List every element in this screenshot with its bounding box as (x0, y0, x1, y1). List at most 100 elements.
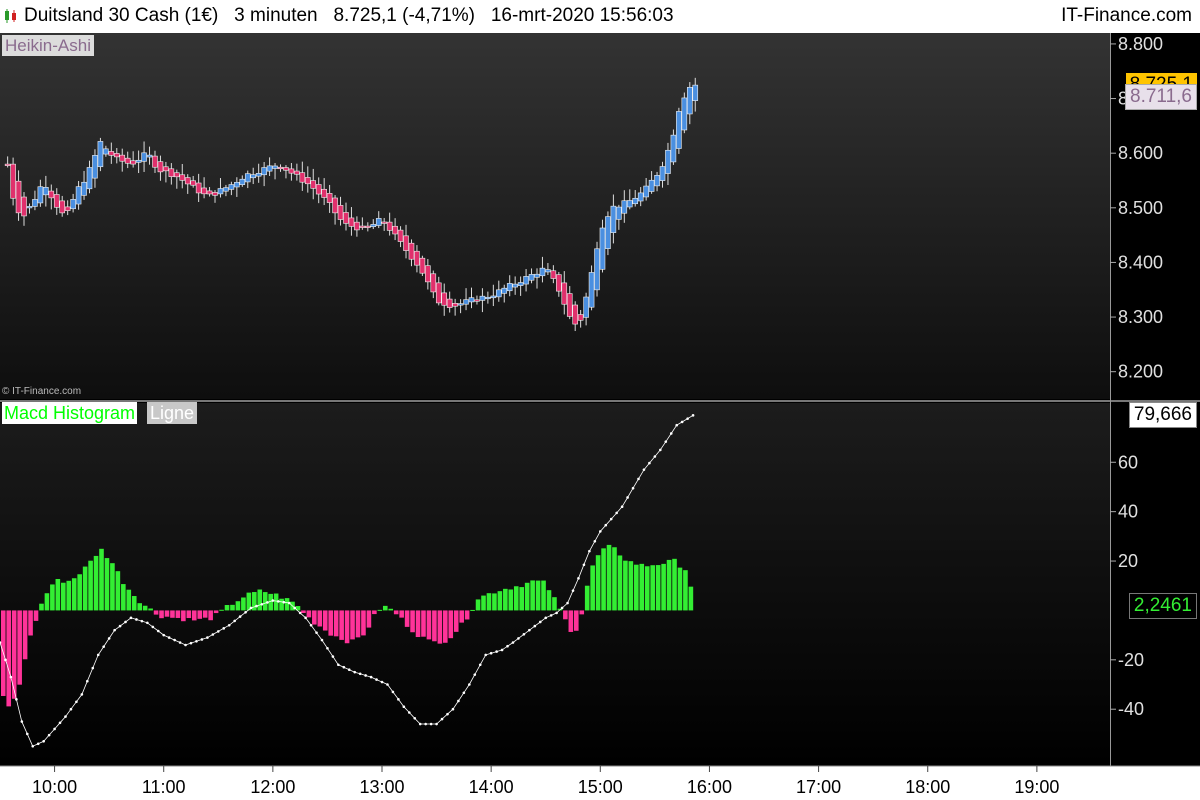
histogram-bar-positive (666, 559, 672, 611)
candle-up (490, 295, 497, 299)
histogram-bar-positive (61, 582, 66, 611)
histogram-bar-positive (688, 586, 694, 611)
x-tick-label: 15:00 (578, 777, 623, 797)
price-y-tick-label: 8.200 (1118, 362, 1163, 382)
histogram-bar-negative (328, 610, 334, 636)
instrument-name: Duitsland 30 Cash (1€) (24, 5, 219, 26)
candle-up (506, 283, 513, 292)
candle-down (190, 180, 196, 186)
histogram-bar-negative (322, 610, 328, 631)
histogram-bar-negative (213, 610, 219, 614)
histogram-bar-positive (590, 565, 595, 611)
histogram-bar-negative (22, 610, 28, 660)
histogram-bar-positive (519, 587, 525, 611)
candle-down (332, 197, 338, 214)
price-indicator-label[interactable]: Heikin-Ashi (2, 35, 94, 56)
histogram-bar-positive (71, 578, 77, 611)
histogram-bar-negative (366, 610, 372, 628)
candle-up (670, 134, 677, 163)
histogram-bar-positive (508, 589, 514, 611)
histogram-bar-positive (284, 598, 290, 611)
histogram-bar-positive (121, 584, 126, 611)
histogram-bar-positive (93, 555, 99, 611)
histogram-bar-negative (208, 610, 213, 621)
macd-y-tick-label: -40 (1118, 699, 1144, 719)
histogram-bar-positive (623, 560, 628, 611)
histogram-bar-positive (115, 571, 121, 611)
histogram-bar-negative (33, 610, 39, 621)
histogram-bar-positive (235, 601, 241, 611)
candle-up (485, 296, 491, 300)
candle-down (430, 273, 437, 293)
histogram-bar-positive (546, 590, 552, 611)
histogram-bar-positive (470, 609, 475, 611)
candle-down (315, 184, 322, 195)
macd-y-tick-label: 60 (1118, 452, 1138, 472)
candle-down (348, 217, 355, 227)
histogram-bar-negative (333, 610, 339, 637)
candle-up (261, 167, 267, 176)
candle-down (397, 229, 404, 242)
histogram-bar-positive (672, 558, 677, 611)
x-tick-label: 12:00 (250, 777, 295, 797)
candle-up (616, 206, 622, 220)
histogram-bar-positive (612, 547, 617, 611)
candle-up (621, 200, 628, 214)
histogram-bar-positive (55, 578, 61, 611)
candle-up (686, 87, 693, 115)
candle-up (468, 297, 475, 303)
macd-line-label[interactable]: Ligne (147, 402, 198, 424)
histogram-bar-positive (644, 566, 650, 611)
histogram-bar-positive (148, 608, 153, 611)
histogram-bar-negative (6, 610, 12, 707)
candle-down (556, 274, 562, 292)
candle-up (545, 269, 551, 273)
histogram-bar-positive (224, 605, 230, 611)
macd-indicator-label[interactable]: Macd Histogram (2, 402, 138, 424)
histogram-bar-positive (104, 558, 110, 611)
candle-down (124, 157, 131, 164)
candlestick-logo-icon (5, 9, 16, 23)
candle-down (452, 303, 458, 307)
histogram-bar-positive (279, 598, 284, 611)
candle-up (457, 303, 464, 306)
price-y-tick-label: 8.800 (1118, 34, 1163, 54)
candle-up (217, 188, 224, 195)
histogram-bar-negative (443, 610, 448, 643)
candle-up (610, 205, 617, 233)
brand-name: IT-Finance.com (1061, 5, 1192, 26)
candle-down (179, 174, 186, 181)
histogram-bar-positive (131, 596, 137, 611)
candle-up (103, 148, 109, 155)
candle-up (534, 273, 540, 278)
candle-down (414, 250, 420, 266)
histogram-bar-positive (541, 580, 546, 611)
candle-up (81, 181, 87, 196)
chart-title: Duitsland 30 Cash (1€) 3 minuten 8.725,1… (24, 5, 674, 27)
candle-down (425, 265, 431, 283)
x-tick-label: 18:00 (905, 777, 950, 797)
candle-down (392, 225, 398, 235)
candle-up (37, 186, 44, 204)
price-panel-background (0, 33, 1110, 399)
candle-down (288, 168, 295, 174)
candle-down (10, 163, 16, 199)
candle-down (386, 221, 393, 231)
histogram-bar-negative (399, 610, 404, 618)
candle-up (583, 296, 589, 318)
histogram-bar-positive (683, 570, 688, 611)
price-y-tick-label: 8.500 (1118, 198, 1163, 218)
histogram-bar-negative (181, 610, 186, 622)
candle-down (474, 299, 480, 302)
histogram-bar-negative (410, 610, 415, 633)
histogram-bar-negative (464, 610, 470, 620)
x-tick-label: 19:00 (1014, 777, 1059, 797)
histogram-bar-negative (563, 610, 568, 620)
histogram-bar-positive (503, 588, 508, 611)
histogram-bar-positive (82, 566, 88, 611)
histogram-bar-negative (28, 610, 33, 636)
histogram-bar-negative (191, 610, 197, 621)
histogram-bar-positive (650, 565, 655, 611)
x-tick-label: 17:00 (796, 777, 841, 797)
candle-down (130, 160, 136, 165)
